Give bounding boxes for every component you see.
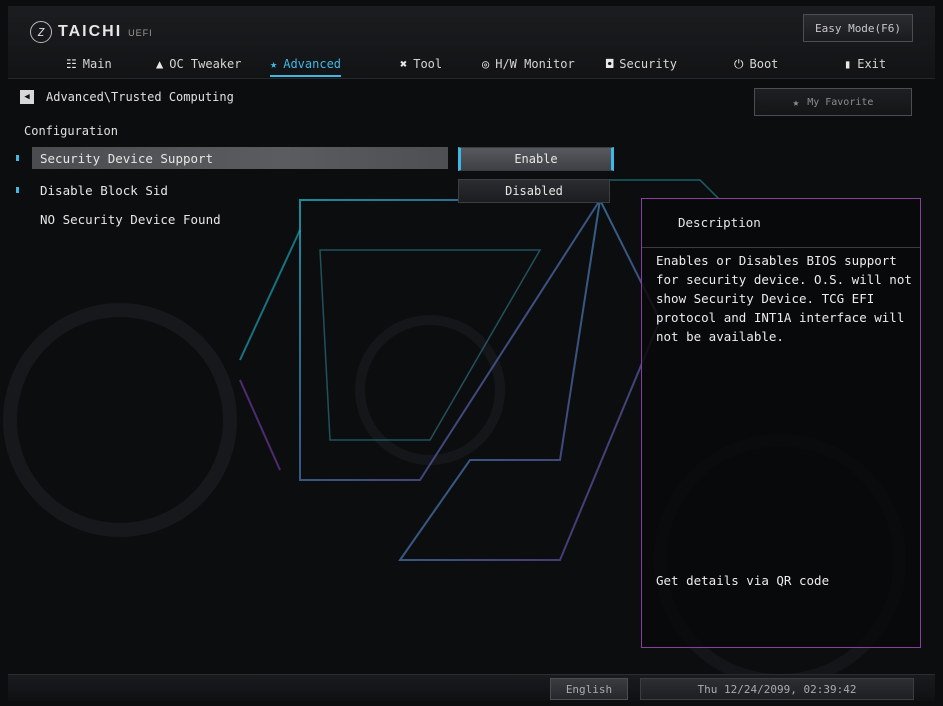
bottom-bar: English Thu 12/24/2099, 02:39:42 xyxy=(8,674,935,701)
gauge-icon: ◎ xyxy=(482,57,490,71)
tab-hw-monitor[interactable]: ◎ H/W Monitor xyxy=(482,54,575,74)
my-favorite-button[interactable]: ★ My Favorite xyxy=(754,88,912,116)
description-qr-text: Get details via QR code xyxy=(656,573,830,588)
description-title: Description xyxy=(678,215,761,230)
setting-label: Disable Block Sid xyxy=(40,182,168,198)
tools-icon: ✖ xyxy=(400,57,408,71)
section-title: Configuration xyxy=(24,124,118,138)
shield-icon: ◘ xyxy=(606,57,614,71)
tab-label: Exit xyxy=(857,57,887,71)
tab-main[interactable]: ☷ Main xyxy=(66,54,112,74)
language-button[interactable]: English xyxy=(550,678,628,700)
tab-label: Main xyxy=(82,57,112,71)
tab-tool[interactable]: ✖ Tool xyxy=(400,54,442,74)
grid-icon: ☷ xyxy=(66,57,77,71)
setting-label: Security Device Support xyxy=(40,150,214,166)
setting-disable-block-sid[interactable]: Disable Block Sid Disabled xyxy=(10,178,610,203)
easy-mode-button[interactable]: Easy Mode(F6) xyxy=(803,14,913,42)
tab-advanced[interactable]: ★ Advanced xyxy=(270,54,342,77)
setting-security-device-support[interactable]: Security Device Support Enable xyxy=(10,146,614,171)
row-indicator xyxy=(16,187,19,193)
tab-label: Boot xyxy=(749,57,779,71)
tab-oc-tweaker[interactable]: ▲ OC Tweaker xyxy=(156,54,241,74)
datetime-display: Thu 12/24/2099, 02:39:42 xyxy=(640,678,914,700)
door-icon: ▮ xyxy=(844,57,852,71)
setting-value-dropdown[interactable]: Enable xyxy=(458,147,614,171)
breadcrumb: ◀ Advanced\Trusted Computing xyxy=(20,88,234,106)
power-icon: ⏻ xyxy=(734,56,744,71)
star-icon: ★ xyxy=(792,95,800,109)
tab-label: Advanced xyxy=(283,57,342,71)
tab-boot[interactable]: ⏻ Boot xyxy=(734,54,778,74)
taichi-logo-icon: Z xyxy=(30,21,52,43)
description-header: Description xyxy=(642,199,920,248)
info-text: NO Security Device Found xyxy=(40,212,221,227)
row-indicator xyxy=(16,155,19,161)
brand-sub: UEFI xyxy=(128,28,153,38)
breadcrumb-path: Advanced\Trusted Computing xyxy=(46,90,234,104)
back-arrow-icon[interactable]: ◀ xyxy=(20,90,34,104)
tab-label: Tool xyxy=(413,57,443,71)
top-bar: Z TAICHI UEFI Easy Mode(F6) ☷ Main ▲ OC … xyxy=(8,6,935,79)
bios-screen: Z TAICHI UEFI Easy Mode(F6) ☷ Main ▲ OC … xyxy=(0,0,943,706)
favorite-label: My Favorite xyxy=(807,96,874,108)
tab-exit[interactable]: ▮ Exit xyxy=(844,54,886,74)
star-icon: ★ xyxy=(270,57,278,71)
description-body: Enables or Disables BIOS support for sec… xyxy=(656,253,912,344)
tab-label: Security xyxy=(619,57,678,71)
tab-label: OC Tweaker xyxy=(169,57,242,71)
description-panel: Description Enables or Disables BIOS sup… xyxy=(641,198,921,648)
rocket-icon: ▲ xyxy=(156,57,164,71)
main-nav: ☷ Main ▲ OC Tweaker ★ Advanced ✖ Tool ◎ … xyxy=(8,52,935,78)
brand-name: TAICHI xyxy=(58,23,123,40)
tab-label: H/W Monitor xyxy=(495,57,575,71)
setting-value-dropdown[interactable]: Disabled xyxy=(458,179,610,203)
brand-logo: Z TAICHI UEFI xyxy=(30,21,153,43)
tab-security[interactable]: ◘ Security xyxy=(606,54,677,74)
